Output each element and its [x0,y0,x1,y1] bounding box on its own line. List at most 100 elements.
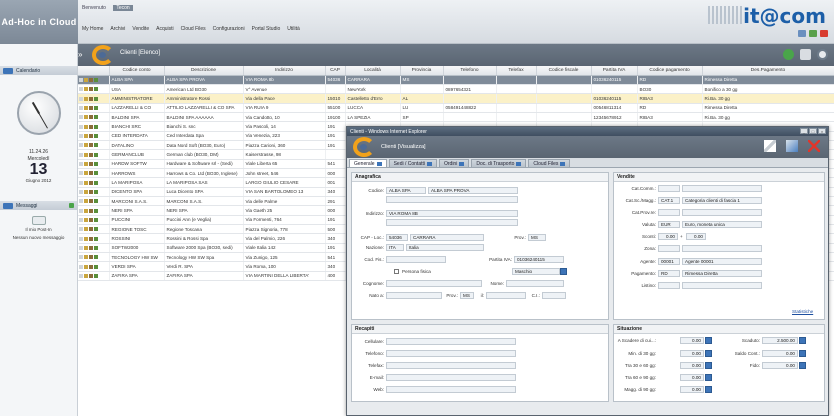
view-icon[interactable] [84,171,88,176]
detail-icon[interactable] [705,337,712,344]
column-header[interactable] [78,66,110,76]
view-icon[interactable] [84,96,88,101]
detail-icon[interactable] [705,362,712,369]
edit-icon[interactable] [89,190,93,195]
tab-cloud-files[interactable]: Cloud Files [528,159,571,167]
user-icon[interactable] [798,30,806,37]
detail-icon[interactable] [799,337,806,344]
menu-portal-studio[interactable]: Portal Studio [252,26,281,32]
persona-fisica-checkbox[interactable] [394,269,399,274]
descrizione-field[interactable]: ALBA SPA PROVA [428,187,518,194]
open-icon[interactable] [94,143,98,148]
ci-field[interactable] [542,292,566,299]
open-icon[interactable] [94,218,98,223]
open-icon[interactable] [94,124,98,129]
view-icon[interactable] [84,152,88,157]
tab-doc-trasporto[interactable]: Doc. di Trasporto [471,159,527,167]
expand-icon[interactable] [79,264,83,269]
fido-field[interactable]: 0.00 [762,362,798,369]
tra-30-60-field[interactable]: 0.00 [680,362,704,369]
expand-icon[interactable] [79,274,83,279]
close-icon[interactable] [808,140,820,152]
view-icon[interactable] [84,236,88,241]
telefono-field[interactable] [386,350,516,357]
edit-icon[interactable] [89,143,93,148]
open-icon[interactable] [94,208,98,213]
open-icon[interactable] [94,190,98,195]
column-header[interactable]: Telefono [443,66,497,76]
cap-field[interactable]: 54036 [386,234,408,241]
expand-icon[interactable] [79,162,83,167]
view-icon[interactable] [84,264,88,269]
sconto1-field[interactable]: 0.00 [658,233,678,240]
cat-sc-code-field[interactable]: CAT.1 [658,197,680,204]
view-icon[interactable] [84,77,88,82]
settings-icon[interactable] [809,30,817,37]
edit-icon[interactable] [89,96,93,101]
expand-icon[interactable] [79,246,83,251]
column-header[interactable]: Descrizione [164,66,244,76]
post-it-link[interactable]: Il mio Post-In [0,227,77,232]
column-header[interactable]: Telefax [496,66,537,76]
detail-icon[interactable] [799,350,806,357]
column-header[interactable]: Codice pagamento [637,66,703,76]
print-icon[interactable] [800,49,811,60]
telefax-field[interactable] [386,362,516,369]
column-header[interactable]: Provincia [400,66,444,76]
pagamento-field[interactable]: Rimessa Diretta [682,270,762,277]
prov-field[interactable]: MS [528,234,546,241]
table-row[interactable]: LAZZARELLI & CO ATTILIO LAZZARELLI & CO S… [78,103,834,113]
nato-field[interactable] [386,292,442,299]
indirizzo2-field[interactable] [386,219,518,226]
column-header[interactable]: Des.Pagamento [702,66,834,76]
nazione-field[interactable]: Italia [406,244,484,251]
cat-comm-code-field[interactable] [658,185,680,192]
listino-field[interactable] [682,282,762,289]
edit-icon[interactable] [89,87,93,92]
edit-icon[interactable] [89,246,93,251]
cat-prov-field[interactable] [682,209,762,216]
open-icon[interactable] [94,246,98,251]
edit-icon[interactable] [89,134,93,139]
edit-icon[interactable] [89,199,93,204]
expand-icon[interactable] [79,180,83,185]
edit-icon[interactable] [89,274,93,279]
cognome-field[interactable] [386,280,482,287]
edit-icon[interactable] [89,115,93,120]
zona-code-field[interactable] [658,245,680,252]
view-icon[interactable] [84,227,88,232]
edit-icon[interactable] [89,180,93,185]
email-field[interactable] [386,374,516,381]
expand-icon[interactable] [79,96,83,101]
open-icon[interactable] [94,105,98,110]
saldo-cont-field[interactable]: 0.00 [762,350,798,357]
view-icon[interactable] [84,87,88,92]
expand-icon[interactable] [79,105,83,110]
column-header[interactable]: Indirizzo [243,66,326,76]
agente-code-field[interactable]: 00001 [658,258,680,265]
column-header[interactable]: Partita IVA [591,66,638,76]
open-icon[interactable] [94,255,98,260]
user-name[interactable]: Tecon [113,5,133,11]
valuta-field[interactable]: Euro, moneta unica [682,221,762,228]
expand-icon[interactable] [79,236,83,241]
expand-icon[interactable] [79,171,83,176]
mail-icon[interactable] [31,216,46,225]
column-header[interactable]: CAP [325,66,346,76]
menu-my-home[interactable]: My Home [82,26,103,32]
expand-icon[interactable] [79,218,83,223]
edit-icon[interactable] [89,171,93,176]
edit-icon[interactable] [89,162,93,167]
cellulare-field[interactable] [386,338,516,345]
menu-cloud-files[interactable]: Cloud Files [181,26,206,32]
column-header[interactable]: Codice conto [109,66,165,76]
collapse-sidebar-icon[interactable]: » [78,50,82,59]
edit-icon[interactable] [89,255,93,260]
min-30-field[interactable]: 0.00 [680,350,704,357]
open-icon[interactable] [94,134,98,139]
view-icon[interactable] [84,190,88,195]
expand-icon[interactable] [79,190,83,195]
scaduto-field[interactable]: 2.500.00 [762,337,798,344]
edit-icon[interactable] [89,218,93,223]
expand-icon[interactable] [79,199,83,204]
